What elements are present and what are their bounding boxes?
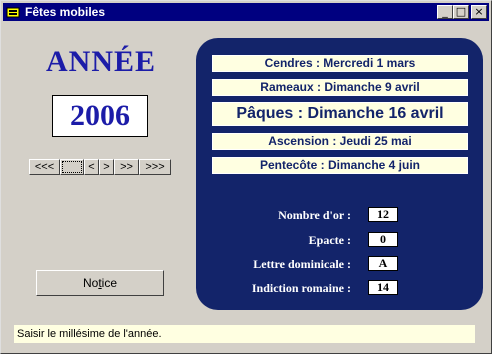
app-window: Fêtes mobiles _ □ × ANNÉE 2006 <<< < > >…	[0, 0, 492, 354]
year-heading: ANNÉE	[45, 45, 156, 78]
nav-forward-fast-button[interactable]: >>>	[139, 159, 171, 175]
epact-label: Epacte :	[308, 233, 351, 247]
feast-paques: Pâques : Dimanche 16 avril	[212, 102, 468, 126]
app-icon	[6, 7, 20, 18]
title-bar[interactable]: Fêtes mobiles _ □ ×	[3, 3, 489, 21]
golden-number-label: Nombre d'or :	[278, 208, 351, 222]
indiction-value: 14	[368, 280, 398, 295]
nav-forward-button[interactable]: >	[99, 159, 114, 175]
minimize-button[interactable]: _	[437, 5, 453, 19]
year-input[interactable]: 2006	[52, 95, 148, 137]
window-title: Fêtes mobiles	[25, 5, 106, 19]
golden-number-value: 12	[368, 207, 398, 222]
dominical-letter-value: A	[368, 256, 398, 271]
feast-cendres: Cendres : Mercredi 1 mars	[212, 55, 468, 72]
status-bar: Saisir le millésime de l'année.	[14, 325, 475, 343]
notice-label-end: ice	[101, 276, 118, 290]
notice-label-start: No	[82, 276, 99, 290]
results-panel: Cendres : Mercredi 1 mars Rameaux : Dima…	[196, 38, 483, 310]
nav-current-button[interactable]	[60, 159, 84, 175]
epact-value: 0	[368, 232, 398, 247]
nav-back-fast-button[interactable]: <<<	[29, 159, 60, 175]
close-button[interactable]: ×	[471, 5, 487, 19]
dominical-letter-label: Lettre dominicale :	[253, 257, 351, 271]
feast-ascension: Ascension : Jeudi 25 mai	[212, 133, 468, 150]
nav-forward-medium-button[interactable]: >>	[114, 159, 139, 175]
feast-rameaux: Rameaux : Dimanche 9 avril	[212, 79, 468, 96]
feast-pentecote: Pentecôte : Dimanche 4 juin	[212, 157, 468, 174]
maximize-button[interactable]: □	[453, 5, 469, 19]
indiction-label: Indiction romaine :	[251, 281, 351, 295]
notice-button[interactable]: Notice	[36, 270, 164, 296]
nav-back-button[interactable]: <	[84, 159, 99, 175]
